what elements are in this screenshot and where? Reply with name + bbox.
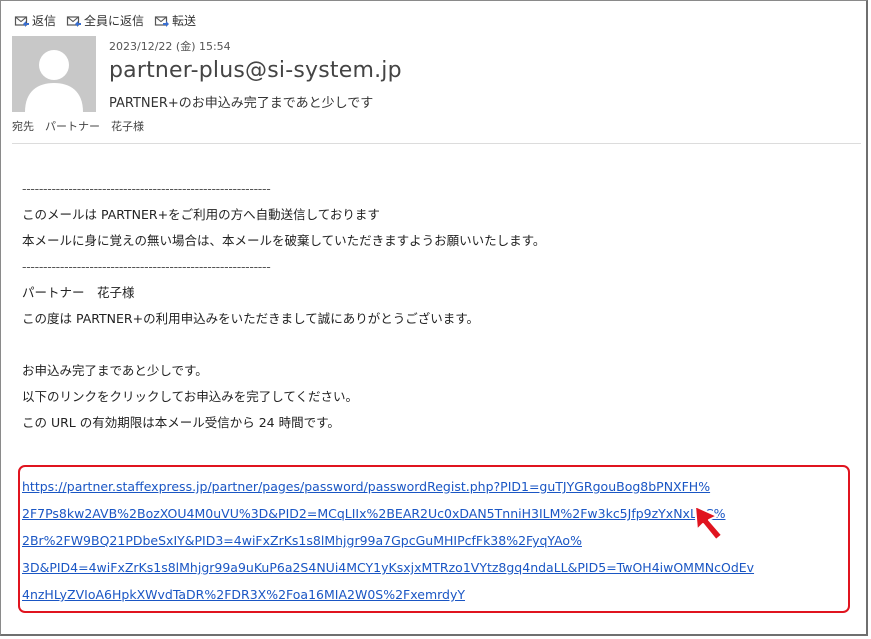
forward-label: 転送 bbox=[172, 14, 197, 28]
body-line: この URL の有効期限は本メール受信から 24 時間です。 bbox=[22, 415, 340, 430]
reply-all-label: 全員に返信 bbox=[84, 14, 145, 28]
link-line[interactable]: 4nzHLyZVIoA6HpkXWvdTaDR%2FDR3X%2Foa16MIA… bbox=[22, 581, 852, 608]
received-date: 2023/12/22 (金) 15:54 bbox=[109, 40, 231, 53]
addressee-line: パートナー 花子様 bbox=[22, 285, 135, 300]
sender-address[interactable]: partner-plus@si-system.jp bbox=[109, 58, 402, 83]
mail-body: ----------------------------------------… bbox=[22, 176, 545, 436]
forward-button[interactable]: 転送 bbox=[154, 12, 196, 29]
link-line[interactable]: 3D&PID4=4wiFxZrKs1s8lMhjgr99a9uKuP6a2S4N… bbox=[22, 554, 852, 581]
link-line[interactable]: https://partner.staffexpress.jp/partner/… bbox=[22, 473, 852, 500]
mail-subject: PARTNER+のお申込み完了まであと少しです bbox=[109, 96, 374, 111]
reply-button[interactable]: 返信 bbox=[14, 12, 56, 29]
body-line: このメールは PARTNER+をご利用の方へ自動送信しております bbox=[22, 207, 380, 222]
reply-all-icon bbox=[66, 15, 82, 27]
pointer-arrow-icon bbox=[694, 505, 723, 541]
recipient-line: 宛先 パートナー 花子様 bbox=[12, 120, 144, 133]
person-icon bbox=[12, 36, 96, 112]
body-line: お申込み完了まであと少しです。 bbox=[22, 363, 208, 378]
reply-icon bbox=[14, 15, 29, 27]
body-line: 本メールに身に覚えの無い場合は、本メールを破棄していただきますようお願いいたしま… bbox=[22, 233, 546, 248]
separator-line: ----------------------------------------… bbox=[22, 259, 271, 274]
avatar bbox=[12, 36, 96, 112]
reply-label: 返信 bbox=[32, 14, 57, 28]
body-line: 以下のリンクをクリックしてお申込みを完了してください。 bbox=[22, 389, 359, 404]
separator-line: ----------------------------------------… bbox=[22, 181, 271, 196]
reply-all-button[interactable]: 全員に返信 bbox=[66, 12, 144, 29]
header-divider bbox=[12, 143, 861, 144]
mail-toolbar: 返信 全員に返信 転送 bbox=[14, 12, 196, 29]
body-line: この度は PARTNER+の利用申込みをいただきまして誠にありがとうございます。 bbox=[22, 311, 479, 326]
forward-icon bbox=[154, 15, 170, 27]
